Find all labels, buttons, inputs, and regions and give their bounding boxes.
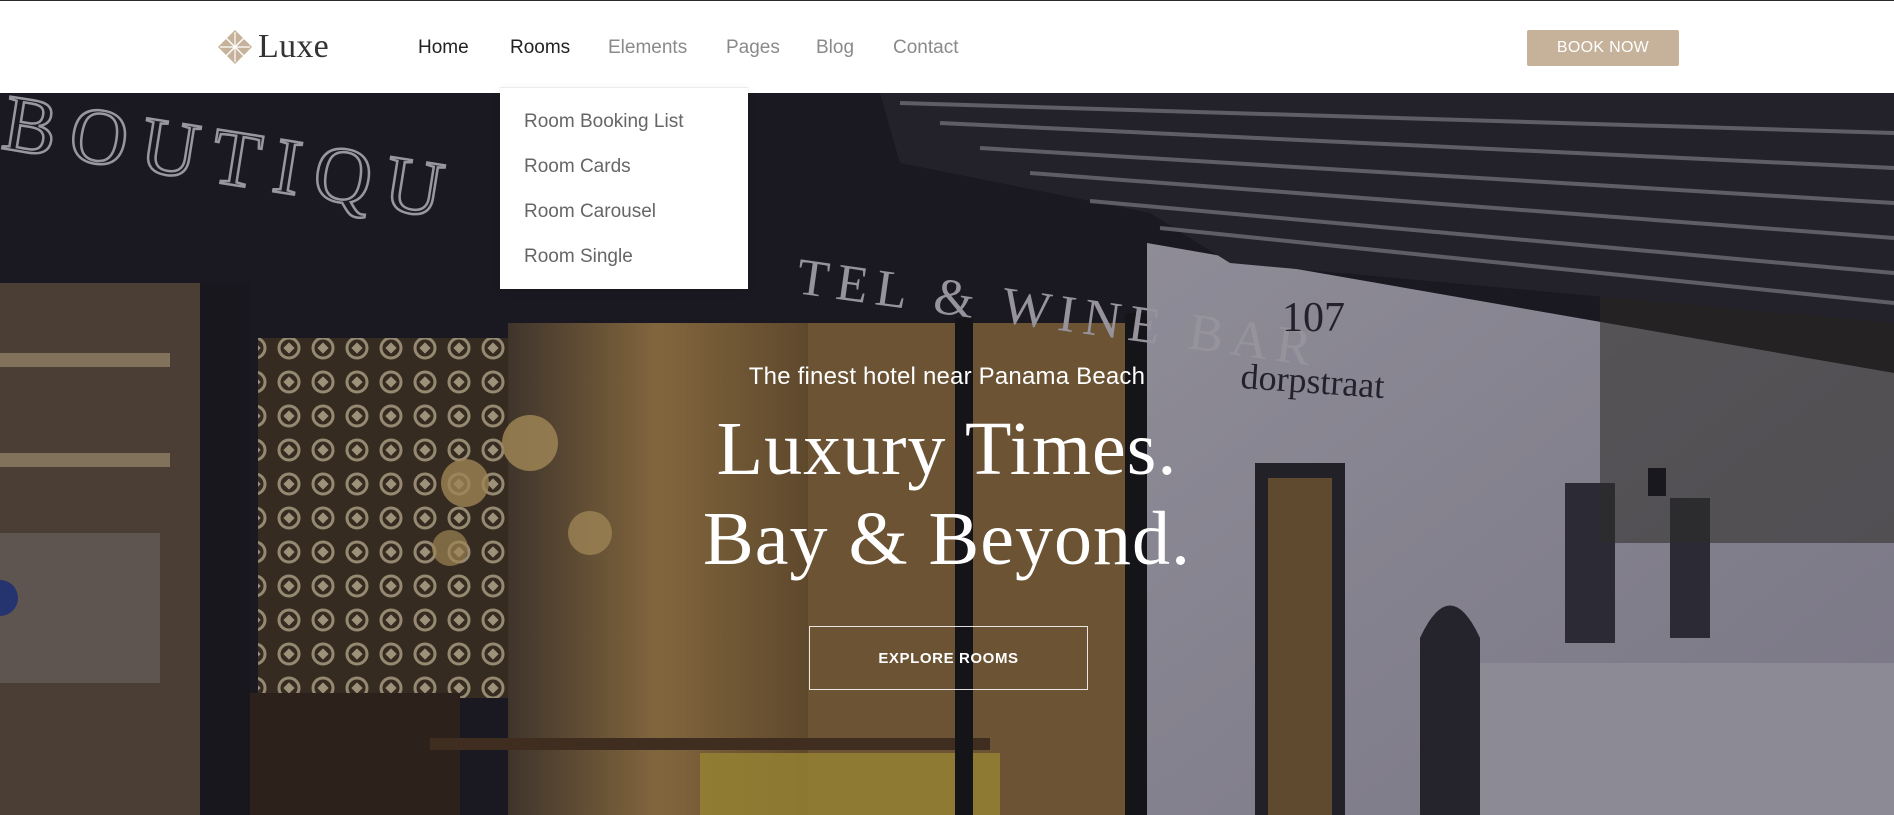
nav-item-home[interactable]: Home	[418, 37, 469, 59]
hero-title-line-1: Luxury Times.	[716, 407, 1178, 491]
diamond-leaf-logo-icon	[218, 30, 252, 64]
rooms-dropdown-menu: Room Booking List Room Cards Room Carous…	[500, 87, 748, 289]
nav-item-pages[interactable]: Pages	[726, 37, 780, 59]
page: BOUTIQU TEL & WINE BAR 107 dorpstraat Th…	[0, 0, 1894, 815]
dropdown-item-room-single[interactable]: Room Single	[524, 246, 633, 268]
nav-item-blog[interactable]: Blog	[816, 37, 854, 59]
hero-title-line-2: Bay & Beyond.	[703, 497, 1191, 581]
dropdown-item-room-cards[interactable]: Room Cards	[524, 156, 631, 178]
site-header: Luxe Home Rooms Elements Pages Blog Cont…	[0, 0, 1894, 93]
book-now-button[interactable]: BOOK NOW	[1527, 30, 1679, 66]
brand-name: Luxe	[258, 28, 330, 65]
brand-logo[interactable]: Luxe	[216, 27, 329, 67]
nav-item-rooms[interactable]: Rooms	[510, 37, 570, 59]
nav-item-elements[interactable]: Elements	[608, 37, 687, 59]
nav-item-contact[interactable]: Contact	[893, 37, 958, 59]
dropdown-item-room-booking-list[interactable]: Room Booking List	[524, 111, 683, 133]
explore-rooms-button[interactable]: EXPLORE ROOMS	[809, 626, 1088, 690]
dropdown-item-room-carousel[interactable]: Room Carousel	[524, 201, 656, 223]
hero-subtitle: The finest hotel near Panama Beach	[748, 363, 1146, 390]
hero-section: BOUTIQU TEL & WINE BAR 107 dorpstraat Th…	[0, 93, 1894, 815]
